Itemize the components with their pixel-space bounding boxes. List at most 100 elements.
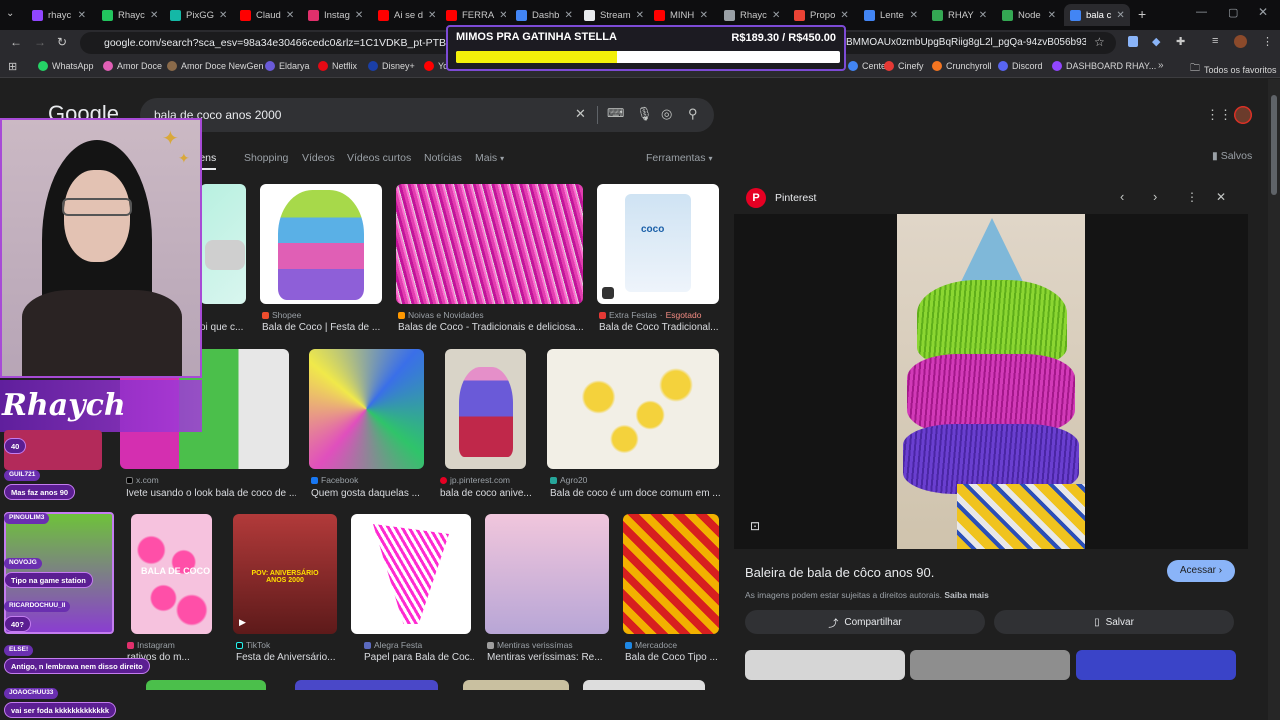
apps-grid-icon[interactable]: ⊞ [8, 60, 17, 73]
all-favorites[interactable]: 🗀 Todos os favoritos [1190, 61, 1277, 78]
close-tab-icon[interactable]: ✕ [78, 10, 86, 21]
preview-title[interactable]: Baleira de bala de côco anos 90. [745, 565, 934, 580]
close-tab-icon[interactable]: ✕ [910, 10, 918, 21]
bookmarks-overflow-icon[interactable]: » [1158, 60, 1164, 71]
download-icon[interactable] [1128, 36, 1138, 47]
save-button[interactable]: ▯ Salvar [994, 610, 1234, 634]
result-caption[interactable]: Bala de Coco Tradicional... [599, 322, 719, 333]
close-tab-icon[interactable]: ✕ [564, 10, 572, 21]
result-image-7[interactable] [547, 349, 719, 469]
tab-10[interactable]: Rhayc ✕ [718, 4, 784, 26]
learn-more-link[interactable]: Saiba mais [944, 590, 988, 600]
tab-15[interactable]: bala c ✕ [1064, 4, 1130, 26]
result-image-2[interactable] [396, 184, 583, 304]
result-image-10[interactable] [351, 514, 471, 634]
clear-search-icon[interactable]: ✕ [575, 106, 586, 122]
close-tab-icon[interactable]: ✕ [499, 10, 506, 21]
scrollbar-thumb[interactable] [1271, 95, 1277, 195]
keyboard-icon[interactable]: ⌨ [607, 106, 624, 120]
tools-button[interactable]: Ferramentas ▾ [646, 152, 712, 164]
related-image-0[interactable] [745, 650, 905, 680]
result-image-16[interactable] [583, 680, 705, 690]
tab-more[interactable]: Mais ▾ [475, 152, 504, 164]
result-image-5[interactable] [309, 349, 424, 469]
related-image-1[interactable] [910, 650, 1070, 680]
reload-icon[interactable]: ↻ [57, 35, 67, 49]
bookmark-2[interactable]: Amor Doce NewGen [167, 61, 264, 71]
result-image-9[interactable]: POV: ANIVERSÁRIO ANOS 2000 ▶ [233, 514, 337, 634]
browser-menu-icon[interactable]: ⋮ [1262, 35, 1273, 48]
microphone-icon[interactable]: 🎙︎ [636, 106, 653, 122]
tab-4[interactable]: Instag ✕ [302, 4, 368, 26]
close-tab-icon[interactable]: ✕ [979, 10, 987, 21]
result-caption[interactable]: bala de coco anive... [440, 488, 536, 499]
close-window-icon[interactable]: ✕ [1258, 5, 1268, 19]
result-caption[interactable]: Mentiras veríssimas: Re... [487, 652, 609, 663]
next-icon[interactable]: › [1153, 189, 1157, 204]
media-control-icon[interactable]: ≡ [1212, 35, 1218, 47]
tab-7[interactable]: Dashb ✕ [510, 4, 576, 26]
more-options-icon[interactable]: ⋮ [1186, 190, 1198, 204]
preview-image[interactable] [897, 214, 1085, 549]
profile-avatar[interactable] [1234, 35, 1247, 48]
result-image-13[interactable] [146, 680, 266, 690]
tab-short-videos[interactable]: Vídeos curtos [347, 152, 411, 164]
result-caption[interactable]: Bala de coco é um doce comum em ... [550, 488, 720, 499]
bookmark-1[interactable]: Amor Doce [103, 61, 162, 71]
tab-1[interactable]: Rhayc ✕ [96, 4, 162, 26]
result-caption[interactable]: Festa de Aniversário... [236, 652, 340, 663]
result-caption[interactable]: oi que c... [200, 322, 246, 333]
result-caption[interactable]: Quem gosta daquelas ... [311, 488, 426, 499]
tab-14[interactable]: Node ✕ [996, 4, 1062, 26]
result-caption[interactable]: Balas de Coco - Tradicionais e deliciosa… [398, 322, 583, 333]
bookmark-right-1[interactable]: Cinefy [884, 61, 924, 71]
tab-8[interactable]: Stream ✕ [578, 4, 644, 26]
result-image-3[interactable]: coco [597, 184, 719, 304]
account-avatar[interactable] [1230, 102, 1256, 128]
tab-5[interactable]: Ai se d ✕ [372, 4, 438, 26]
close-tab-icon[interactable]: ✕ [1116, 10, 1124, 21]
result-caption[interactable]: Papel para Bala de Coc... [364, 652, 474, 663]
tab-videos[interactable]: Vídeos [302, 152, 335, 164]
search-icon[interactable]: ⚲ [688, 106, 698, 122]
close-tab-icon[interactable]: ✕ [150, 10, 158, 21]
tab-3[interactable]: Claud ✕ [234, 4, 300, 26]
result-image-0[interactable] [200, 184, 246, 304]
bookmark-0[interactable]: WhatsApp [38, 61, 94, 71]
close-tab-icon[interactable]: ✕ [1048, 10, 1056, 21]
bookmark-right-4[interactable]: DASHBOARD RHAY... [1052, 61, 1156, 71]
google-apps-icon[interactable]: ⋮⋮ [1206, 107, 1232, 123]
bookmark-4[interactable]: Netflix [318, 61, 357, 71]
result-image-11[interactable] [485, 514, 609, 634]
tab-shopping[interactable]: Shopping [244, 152, 288, 164]
close-preview-icon[interactable]: ✕ [1216, 190, 1226, 204]
close-tab-icon[interactable]: ✕ [355, 10, 363, 21]
result-image-6[interactable] [445, 349, 526, 469]
result-image-14[interactable] [295, 680, 438, 690]
bookmark-3[interactable]: Eldarya [265, 61, 310, 71]
result-image-1[interactable] [260, 184, 382, 304]
forward-icon[interactable]: → [34, 35, 46, 49]
close-tab-icon[interactable]: ✕ [636, 10, 644, 21]
close-tab-icon[interactable]: ✕ [772, 10, 780, 21]
bookmark-star-icon[interactable]: ☆ [1094, 35, 1105, 49]
preview-source[interactable]: Pinterest [775, 192, 816, 204]
bookmark-5[interactable]: Disney+ [368, 61, 415, 71]
share-button[interactable]: ⤴ Compartilhar [745, 610, 985, 634]
result-caption[interactable]: Bala de Coco | Festa de ... [262, 322, 384, 333]
tab-6[interactable]: FERRA ✕ [440, 4, 506, 26]
maximize-icon[interactable]: ▢ [1228, 6, 1238, 19]
bookmark-right-0[interactable]: Center [848, 61, 889, 71]
back-icon[interactable]: ← [10, 35, 22, 49]
bookmark-right-3[interactable]: Discord [998, 61, 1043, 71]
result-caption[interactable]: Ivete usando o look bala de coco de ... [126, 488, 296, 499]
close-tab-icon[interactable]: ✕ [219, 10, 227, 21]
tab-news[interactable]: Notícias [424, 152, 462, 164]
close-tab-icon[interactable]: ✕ [428, 10, 436, 21]
lens-search-icon[interactable]: ⊡ [750, 519, 760, 533]
bookmark-right-2[interactable]: Crunchyroll [932, 61, 992, 71]
visit-button[interactable]: Acessar › [1167, 560, 1235, 582]
extensions-puzzle-icon[interactable]: ✚ [1176, 35, 1185, 48]
tab-list-button[interactable]: ⌄ [6, 8, 14, 19]
tab-11[interactable]: Propo ✕ [788, 4, 854, 26]
